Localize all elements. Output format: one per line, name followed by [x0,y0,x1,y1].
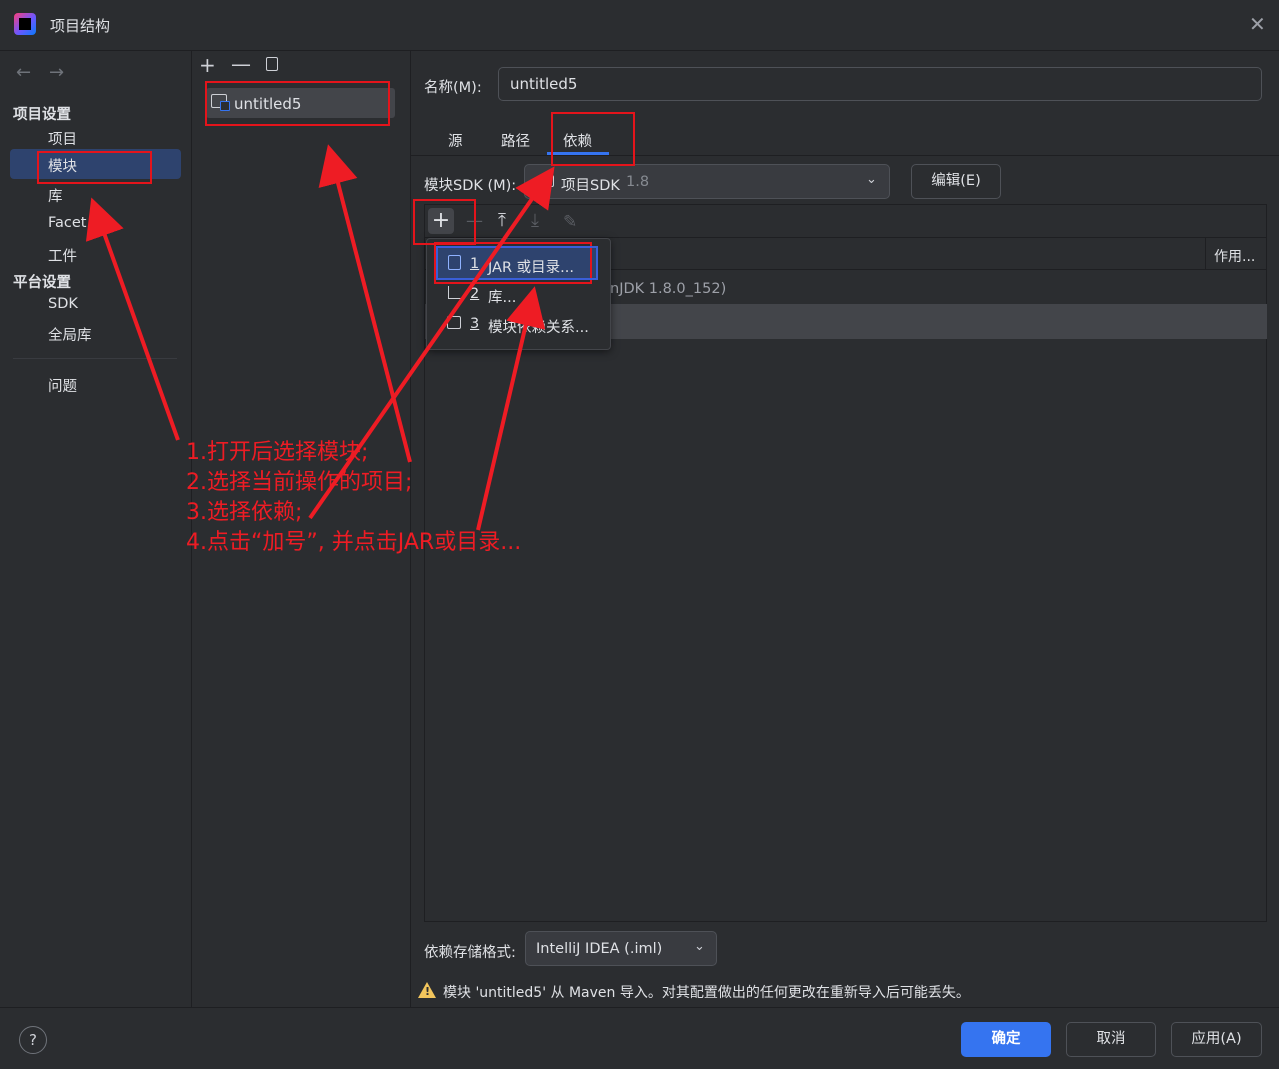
annotation-line-4: 4.点击“加号”, 并点击JAR或目录... [186,530,522,555]
annotation-line-2: 2.选择当前操作的项目; [186,470,413,495]
arrow-to-project [318,144,412,463]
annotation-instructions: 1.打开后选择模块; 2.选择当前操作的项目; 3.选择依赖; 4.点击“加号”… [186,438,521,558]
annotation-line-3: 3.选择依赖; [186,500,303,525]
arrow-to-modules [85,197,180,441]
annotation-line-1: 1.打开后选择模块; [186,440,369,465]
